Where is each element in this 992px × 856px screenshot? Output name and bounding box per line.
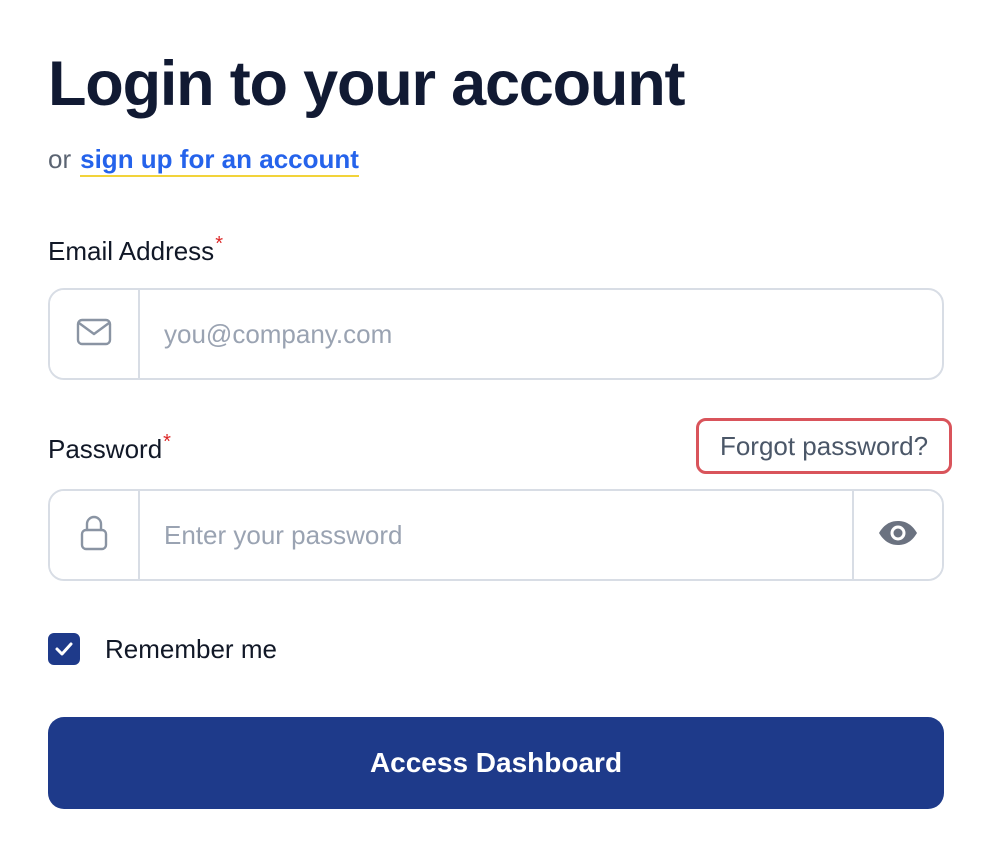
access-dashboard-button[interactable]: Access Dashboard: [48, 717, 944, 809]
email-field: [48, 288, 944, 380]
remember-me-checkbox[interactable]: [48, 633, 80, 665]
password-addon: [50, 491, 140, 579]
eye-icon: [878, 520, 918, 551]
lock-icon: [80, 514, 108, 557]
password-label: Password*: [48, 431, 171, 469]
forgot-password-link[interactable]: Forgot password?: [696, 418, 952, 474]
password-input[interactable]: [140, 491, 852, 579]
checkmark-icon: [55, 642, 73, 656]
page-title: Login to your account: [48, 49, 685, 119]
required-asterisk: *: [215, 233, 223, 255]
signup-prompt: or sign up for an account: [48, 142, 359, 177]
email-label-text: Email Address: [48, 236, 215, 266]
required-asterisk: *: [163, 431, 171, 453]
envelope-icon: [76, 318, 112, 351]
signup-prefix: or: [48, 144, 72, 174]
remember-me-label: Remember me: [105, 634, 277, 664]
password-label-text: Password: [48, 434, 163, 464]
email-input[interactable]: [140, 290, 942, 378]
remember-me[interactable]: Remember me: [48, 632, 277, 666]
email-label: Email Address*: [48, 233, 223, 271]
password-field: [48, 489, 944, 581]
show-password-toggle[interactable]: [852, 491, 942, 579]
email-addon: [50, 290, 140, 378]
signup-link[interactable]: sign up for an account: [80, 144, 359, 177]
